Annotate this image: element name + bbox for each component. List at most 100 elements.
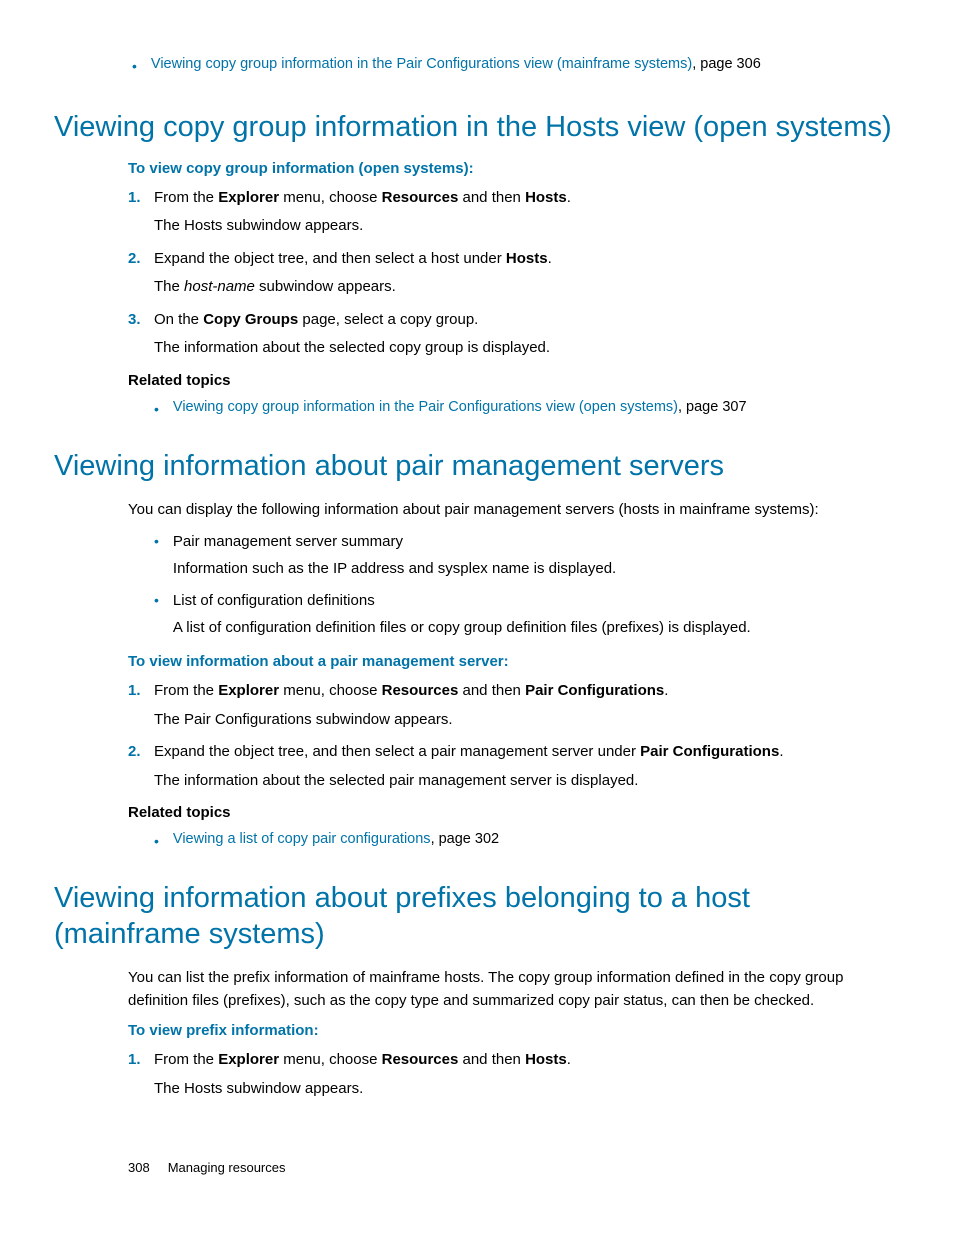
- related-suffix: , page 302: [431, 831, 500, 847]
- section1-body: To view copy group information (open sys…: [54, 160, 894, 419]
- t: Pair Configurations: [525, 682, 664, 699]
- t: .: [779, 743, 783, 760]
- t: .: [548, 250, 552, 267]
- related-text: Viewing a list of copy pair configuratio…: [173, 831, 499, 851]
- bullet-dot-icon: •: [132, 56, 137, 76]
- step-sub: The Hosts subwindow appears.: [154, 215, 894, 238]
- section1-proc-title: To view copy group information (open sys…: [128, 160, 894, 177]
- bullet-dot-icon: •: [154, 399, 159, 419]
- step-number: 1.: [128, 1049, 154, 1100]
- bullet-title: List of configuration definitions: [173, 592, 375, 609]
- t: Resources: [382, 1051, 459, 1068]
- step-item: 1. From the Explorer menu, choose Resour…: [128, 1049, 894, 1100]
- t: Expand the object tree, and then select …: [154, 250, 506, 267]
- section2-proc-title: To view information about a pair managem…: [128, 653, 894, 670]
- t: Hosts: [506, 250, 548, 267]
- t: Copy Groups: [203, 311, 298, 328]
- related-suffix: , page 307: [678, 399, 747, 415]
- section3-proc-title: To view prefix information:: [128, 1022, 894, 1039]
- step-sub: The information about the selected pair …: [154, 770, 894, 793]
- page-footer: 308 Managing resources: [54, 1160, 894, 1175]
- bullet-body: Pair management server summary Informati…: [173, 531, 894, 580]
- top-related-text: Viewing copy group information in the Pa…: [151, 56, 761, 72]
- step-body: From the Explorer menu, choose Resources…: [154, 1049, 894, 1100]
- t: Resources: [382, 189, 459, 206]
- t: host-name: [184, 278, 255, 295]
- section2-heading: Viewing information about pair managemen…: [54, 449, 894, 485]
- t: Resources: [382, 682, 459, 699]
- t: On the: [154, 311, 203, 328]
- section2-steps: 1. From the Explorer menu, choose Resour…: [128, 680, 894, 792]
- bullet-desc: A list of configuration definition files…: [173, 617, 894, 640]
- t: and then: [458, 189, 525, 206]
- section3-steps: 1. From the Explorer menu, choose Resour…: [128, 1049, 894, 1100]
- t: menu, choose: [279, 1051, 382, 1068]
- bullet-title: Pair management server summary: [173, 533, 403, 550]
- t: and then: [458, 1051, 525, 1068]
- t: Explorer: [218, 189, 279, 206]
- t: menu, choose: [279, 682, 382, 699]
- bullet-item: • Pair management server summary Informa…: [128, 531, 894, 580]
- section2-intro: You can display the following informatio…: [128, 499, 894, 522]
- t: page, select a copy group.: [298, 311, 478, 328]
- page-content: • Viewing copy group information in the …: [0, 0, 954, 1215]
- step-body: From the Explorer menu, choose Resources…: [154, 187, 894, 238]
- step-item: 1. From the Explorer menu, choose Resour…: [128, 187, 894, 238]
- t: .: [664, 682, 668, 699]
- related-link[interactable]: Viewing copy group information in the Pa…: [173, 399, 678, 415]
- bullet-dot-icon: •: [154, 831, 159, 851]
- t: subwindow appears.: [255, 278, 396, 295]
- section3-heading: Viewing information about prefixes belon…: [54, 881, 894, 953]
- section2-body: You can display the following informatio…: [54, 499, 894, 852]
- section2-related-list: • Viewing a list of copy pair configurat…: [128, 831, 894, 851]
- t: Hosts: [525, 189, 567, 206]
- step-number: 2.: [128, 248, 154, 299]
- step-body: Expand the object tree, and then select …: [154, 741, 894, 792]
- section3-body: You can list the prefix information of m…: [54, 967, 894, 1100]
- bullet-dot-icon: •: [154, 590, 159, 639]
- step-sub: The Hosts subwindow appears.: [154, 1078, 894, 1101]
- step-body: On the Copy Groups page, select a copy g…: [154, 309, 894, 360]
- section1-related-heading: Related topics: [128, 372, 894, 389]
- step-item: 3. On the Copy Groups page, select a cop…: [128, 309, 894, 360]
- section1-related-list: • Viewing copy group information in the …: [128, 399, 894, 419]
- step-number: 1.: [128, 187, 154, 238]
- step-number: 3.: [128, 309, 154, 360]
- section3-intro: You can list the prefix information of m…: [128, 967, 894, 1012]
- bullet-item: • List of configuration definitions A li…: [128, 590, 894, 639]
- step-sub: The Pair Configurations subwindow appear…: [154, 709, 894, 732]
- step-item: 1. From the Explorer menu, choose Resour…: [128, 680, 894, 731]
- related-item: • Viewing copy group information in the …: [128, 399, 894, 419]
- footer-title: Managing resources: [168, 1160, 286, 1175]
- related-item: • Viewing a list of copy pair configurat…: [128, 831, 894, 851]
- t: Explorer: [218, 682, 279, 699]
- t: From the: [154, 1051, 218, 1068]
- section2-bullets: • Pair management server summary Informa…: [128, 531, 894, 639]
- t: and then: [458, 682, 525, 699]
- t: Pair Configurations: [640, 743, 779, 760]
- footer-page-number: 308: [128, 1160, 150, 1175]
- section1-steps: 1. From the Explorer menu, choose Resour…: [128, 187, 894, 360]
- t: From the: [154, 189, 218, 206]
- section1-heading: Viewing copy group information in the Ho…: [54, 110, 894, 146]
- bullet-desc: Information such as the IP address and s…: [173, 558, 894, 581]
- step-number: 1.: [128, 680, 154, 731]
- step-body: From the Explorer menu, choose Resources…: [154, 680, 894, 731]
- top-related-link[interactable]: Viewing copy group information in the Pa…: [151, 56, 692, 72]
- t: From the: [154, 682, 218, 699]
- t: The: [154, 278, 184, 295]
- step-item: 2. Expand the object tree, and then sele…: [128, 248, 894, 299]
- step-item: 2. Expand the object tree, and then sele…: [128, 741, 894, 792]
- step-number: 2.: [128, 741, 154, 792]
- t: .: [567, 1051, 571, 1068]
- t: Expand the object tree, and then select …: [154, 743, 640, 760]
- t: Explorer: [218, 1051, 279, 1068]
- related-link[interactable]: Viewing a list of copy pair configuratio…: [173, 831, 431, 847]
- step-sub: The information about the selected copy …: [154, 337, 894, 360]
- bullet-body: List of configuration definitions A list…: [173, 590, 894, 639]
- t: .: [567, 189, 571, 206]
- t: menu, choose: [279, 189, 382, 206]
- top-related-item: • Viewing copy group information in the …: [54, 56, 894, 76]
- step-body: Expand the object tree, and then select …: [154, 248, 894, 299]
- step-sub: The host-name subwindow appears.: [154, 276, 894, 299]
